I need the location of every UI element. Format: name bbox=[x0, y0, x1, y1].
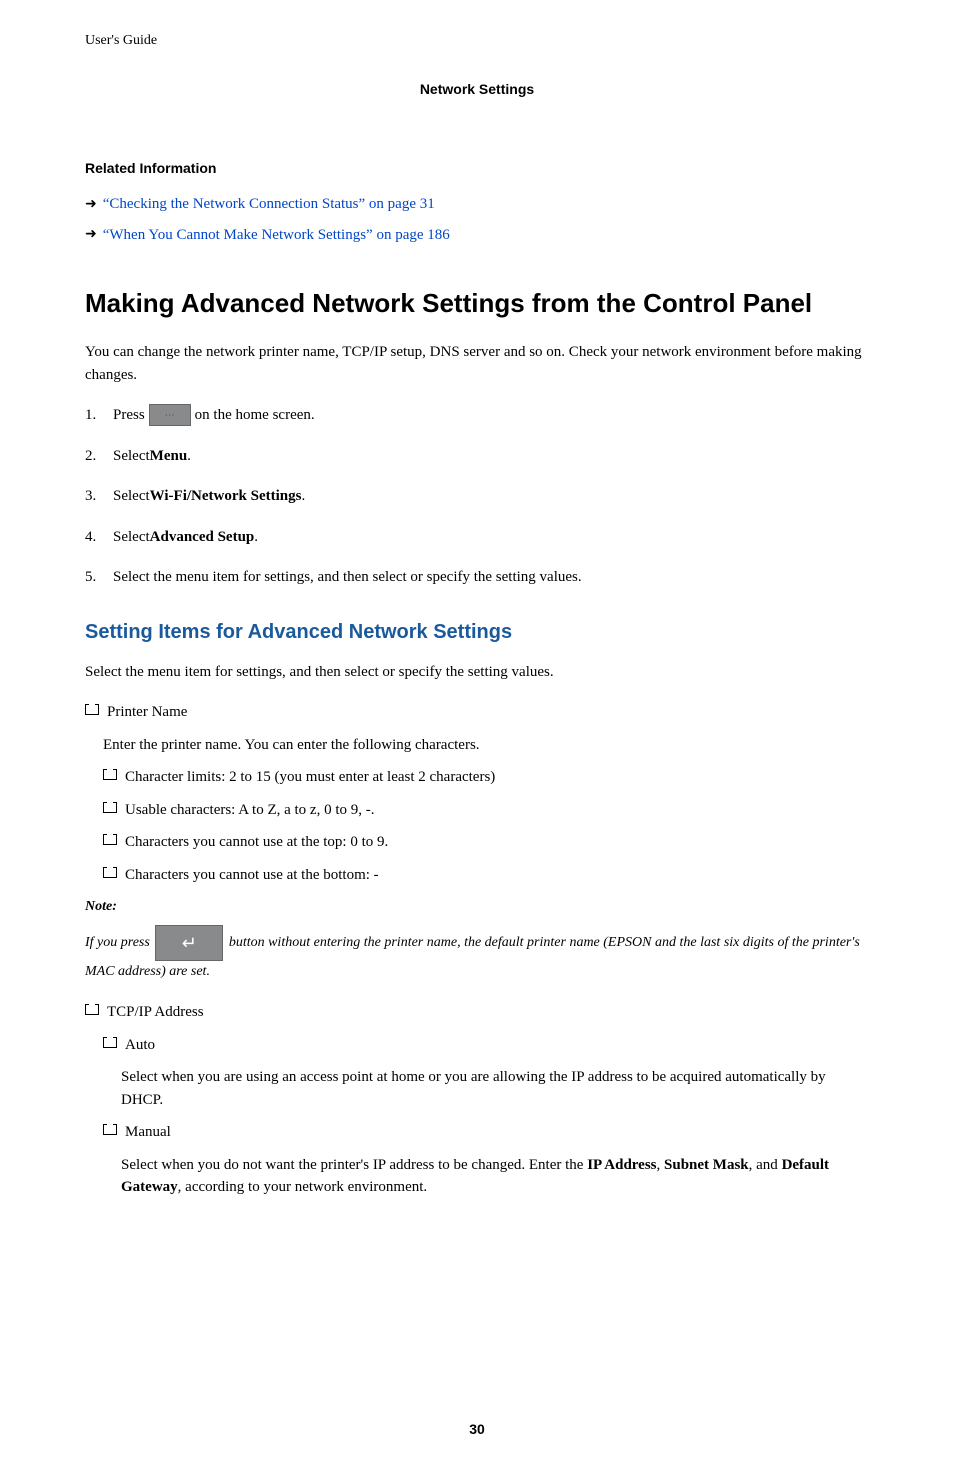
network-icon: ⋯ bbox=[149, 404, 191, 426]
text-fragment: , and bbox=[749, 1157, 782, 1173]
list-text: Characters you cannot use at the bottom:… bbox=[125, 864, 869, 887]
bullet-icon bbox=[103, 1124, 117, 1135]
bold-text: Subnet Mask bbox=[664, 1157, 749, 1173]
step-text: Press bbox=[113, 404, 145, 427]
page-number: 30 bbox=[85, 1419, 869, 1440]
step-text: on the home screen. bbox=[195, 404, 315, 427]
step-number: 1. bbox=[85, 404, 113, 427]
text-fragment: Select when you do not want the printer'… bbox=[121, 1157, 587, 1173]
list-item: Characters you cannot use at the bottom:… bbox=[103, 864, 869, 887]
step-number: 3. bbox=[85, 485, 113, 508]
bullet-icon bbox=[103, 769, 117, 780]
list-item: Usable characters: A to Z, a to z, 0 to … bbox=[103, 799, 869, 822]
step-5: 5. Select the menu item for settings, an… bbox=[85, 566, 869, 589]
list-text: Character limits: 2 to 15 (you must ente… bbox=[125, 766, 869, 789]
bullet-icon bbox=[103, 867, 117, 878]
bullet-icon bbox=[103, 1037, 117, 1048]
step-text: Select the menu item for settings, and t… bbox=[113, 566, 582, 589]
list-item: Character limits: 2 to 15 (you must ente… bbox=[103, 766, 869, 789]
note-label: Note: bbox=[85, 896, 869, 917]
step-4: 4. Select Advanced Setup . bbox=[85, 526, 869, 549]
list-text: Characters you cannot use at the top: 0 … bbox=[125, 831, 869, 854]
step-bold: Wi-Fi/Network Settings bbox=[150, 485, 302, 508]
step-bold: Advanced Setup bbox=[150, 526, 255, 549]
bullet-icon bbox=[85, 1004, 99, 1015]
bullet-icon bbox=[103, 834, 117, 845]
sub-heading: Setting Items for Advanced Network Setti… bbox=[85, 617, 869, 647]
arrow-right-icon: ➜ bbox=[85, 194, 97, 215]
list-text: TCP/IP Address bbox=[107, 1001, 869, 1024]
step-bold: Menu bbox=[150, 445, 188, 468]
list-text: Manual bbox=[125, 1121, 869, 1144]
step-text: . bbox=[301, 485, 305, 508]
step-text: . bbox=[187, 445, 191, 468]
step-number: 4. bbox=[85, 526, 113, 549]
list-item-printer-name: Printer Name bbox=[85, 701, 869, 724]
list-item-auto: Auto bbox=[103, 1034, 869, 1057]
related-link-row: ➜ “When You Cannot Make Network Settings… bbox=[85, 224, 869, 247]
related-link-row: ➜ “Checking the Network Connection Statu… bbox=[85, 193, 869, 216]
list-item-tcpip: TCP/IP Address bbox=[85, 1001, 869, 1024]
printer-name-desc: Enter the printer name. You can enter th… bbox=[103, 734, 869, 757]
list-item-manual: Manual bbox=[103, 1121, 869, 1144]
note-text: If you press ↵ button without entering t… bbox=[85, 925, 869, 983]
bullet-icon bbox=[103, 802, 117, 813]
list-item: Characters you cannot use at the top: 0 … bbox=[103, 831, 869, 854]
step-text: Select bbox=[113, 526, 150, 549]
step-text: Select bbox=[113, 485, 150, 508]
header-section-title: Network Settings bbox=[85, 79, 869, 100]
step-number: 2. bbox=[85, 445, 113, 468]
link-check-connection[interactable]: “Checking the Network Connection Status”… bbox=[103, 193, 435, 216]
link-cannot-make-settings[interactable]: “When You Cannot Make Network Settings” … bbox=[103, 224, 450, 247]
bullet-icon bbox=[85, 704, 99, 715]
text-fragment: , bbox=[657, 1157, 665, 1173]
list-text: Usable characters: A to Z, a to z, 0 to … bbox=[125, 799, 869, 822]
step-number: 5. bbox=[85, 566, 113, 589]
related-info-heading: Related Information bbox=[85, 158, 869, 179]
header-left: User's Guide bbox=[85, 30, 869, 51]
main-intro: You can change the network printer name,… bbox=[85, 341, 869, 386]
step-1: 1. Press ⋯ on the home screen. bbox=[85, 404, 869, 427]
step-2: 2. Select Menu . bbox=[85, 445, 869, 468]
manual-desc: Select when you do not want the printer'… bbox=[121, 1154, 869, 1199]
step-3: 3. Select Wi-Fi/Network Settings . bbox=[85, 485, 869, 508]
text-fragment: , according to your network environment. bbox=[178, 1179, 428, 1195]
note-fragment: If you press bbox=[85, 935, 153, 950]
arrow-right-icon: ➜ bbox=[85, 224, 97, 245]
list-text: Auto bbox=[125, 1034, 869, 1057]
main-heading: Making Advanced Network Settings from th… bbox=[85, 284, 869, 323]
step-text: . bbox=[254, 526, 258, 549]
step-text: Select bbox=[113, 445, 150, 468]
enter-icon: ↵ bbox=[155, 925, 223, 961]
list-text: Printer Name bbox=[107, 701, 869, 724]
auto-desc: Select when you are using an access poin… bbox=[121, 1066, 869, 1111]
bold-text: IP Address bbox=[587, 1157, 656, 1173]
sub-intro: Select the menu item for settings, and t… bbox=[85, 661, 869, 684]
